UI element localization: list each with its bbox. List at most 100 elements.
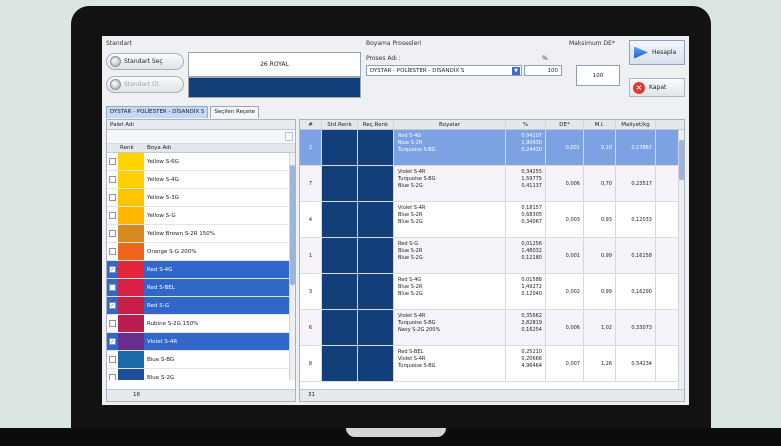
recipe-row[interactable]: 4 Violet S-4R Blue S-2R Blue S-2G 0,18157 0,6… bbox=[300, 202, 684, 238]
palette-row[interactable]: Yellow Brown S-2R 150% bbox=[107, 225, 295, 243]
dye-name-column-header[interactable]: Boya Adı bbox=[144, 144, 295, 152]
recipe-cost: 0,54234 bbox=[616, 346, 656, 381]
recipe-scroll-thumb[interactable] bbox=[679, 140, 684, 180]
palette-checkbox[interactable] bbox=[109, 158, 116, 165]
recipe-result-color bbox=[358, 130, 394, 165]
recipe-dye: Blue S-2R bbox=[398, 247, 423, 254]
palette-row[interactable]: ✓ Red S-4G bbox=[107, 261, 295, 279]
palette-checkbox[interactable] bbox=[109, 176, 116, 183]
recipe-cost: 0,16158 bbox=[616, 238, 656, 273]
dyes-column-header[interactable]: Boyalar bbox=[394, 120, 506, 129]
palette-checkbox[interactable]: ✓ bbox=[109, 338, 116, 345]
recipe-de: 0,006 bbox=[546, 166, 584, 201]
de-column-header[interactable]: DE* bbox=[546, 120, 584, 129]
palette-checkbox[interactable]: ✓ bbox=[109, 266, 116, 273]
palette-row[interactable]: Yellow S-3G bbox=[107, 189, 295, 207]
recipe-row[interactable]: 8 Red S-BEL Violet S-4R Turquoise S-BG 0,252… bbox=[300, 346, 684, 382]
palette-checkbox-cell: ✓ bbox=[107, 266, 118, 273]
process-name-label: Proses Adı : bbox=[366, 55, 401, 62]
recipe-pcts-cell: 0,04107 1,90930 0,24410 bbox=[506, 130, 546, 165]
palette-checkbox[interactable] bbox=[109, 320, 116, 327]
palette-row[interactable]: Rubine S-2G 150% bbox=[107, 315, 295, 333]
recipe-cost: 0,17867 bbox=[616, 130, 656, 165]
dye-color-swatch bbox=[118, 225, 144, 242]
recipe-dyes-cell: Violet S-4R Turquoise S-BG Navy S-2G 200% bbox=[394, 310, 506, 345]
calculate-button[interactable]: Hesapla bbox=[629, 40, 685, 65]
max-de-input[interactable]: 100 bbox=[576, 65, 620, 86]
recipe-dye: Navy S-2G 200% bbox=[398, 326, 441, 333]
palette-checkbox[interactable] bbox=[109, 284, 116, 291]
process-pct-input[interactable]: 100 bbox=[524, 65, 562, 76]
group-toggle-button[interactable] bbox=[285, 132, 293, 141]
recipe-row[interactable]: 2 Red S-4G Blue S-2R Turquoise S-BG 0,04107 1… bbox=[300, 130, 684, 166]
chevron-down-icon[interactable]: ▼ bbox=[512, 67, 520, 75]
tab-bar: DYSTAR - POLİESTER - DİSANDİX S Seçilen … bbox=[106, 106, 259, 118]
palette-checkbox-cell bbox=[107, 356, 118, 363]
palette-checkbox[interactable] bbox=[109, 230, 116, 237]
palette-checkbox[interactable]: ✓ bbox=[109, 302, 116, 309]
recipe-dye-pct: 1,48032 bbox=[521, 247, 542, 254]
palette-row[interactable]: Red S-BEL bbox=[107, 279, 295, 297]
palette-scrollbar[interactable] bbox=[289, 153, 295, 380]
palette-row[interactable]: Yellow S-G bbox=[107, 207, 295, 225]
process-select[interactable]: DYSTAR - POLİESTER - DİSANDİX S ▼ bbox=[366, 65, 522, 76]
palette-row[interactable]: Yellow S-4G bbox=[107, 171, 295, 189]
recipe-dye: Blue S-2R bbox=[398, 211, 423, 218]
palette-checkbox[interactable] bbox=[109, 374, 116, 380]
palette-row[interactable]: ✓ Red S-G bbox=[107, 297, 295, 315]
palette-checkbox[interactable] bbox=[109, 194, 116, 201]
pct-column-header[interactable]: % bbox=[506, 120, 546, 129]
standard-section-label: Standart bbox=[106, 40, 132, 47]
recipe-row[interactable]: 3 Red S-4G Blue S-2R Blue S-2G 0,01588 1,4927… bbox=[300, 274, 684, 310]
recipe-dye: Violet S-4R bbox=[398, 313, 426, 319]
dye-name: Blue S-2G bbox=[147, 374, 175, 381]
process-select-value: DYSTAR - POLİESTER - DİSANDİX S bbox=[370, 68, 465, 74]
recipe-color-column-header[interactable]: Reç.Renk bbox=[358, 120, 394, 129]
select-standard-button[interactable]: Standart Seç bbox=[106, 53, 184, 70]
standard-name-display: 26 ROYAL bbox=[188, 52, 361, 77]
palette-row[interactable]: ✓ Violet S-4R bbox=[107, 333, 295, 351]
dye-color-swatch bbox=[118, 261, 144, 278]
recipe-dye: Blue S-2G bbox=[398, 254, 423, 261]
std-color-column-header[interactable]: Std.Renk bbox=[322, 120, 358, 129]
tab-selected-recipe[interactable]: Seçilen Reçete bbox=[210, 106, 259, 118]
palette-checkbox[interactable] bbox=[109, 248, 116, 255]
close-button[interactable]: × Kapat bbox=[629, 78, 685, 97]
recipe-row[interactable]: 6 Violet S-4R Turquoise S-BG Navy S-2G 200%… bbox=[300, 310, 684, 346]
select-standard-label: Standart Seç bbox=[124, 58, 163, 65]
recipe-dye: Violet S-4R bbox=[398, 169, 426, 175]
palette-checkbox-cell bbox=[107, 230, 118, 237]
tab-process[interactable]: DYSTAR - POLİESTER - DİSANDİX S bbox=[106, 106, 209, 118]
disabled-standard-button[interactable]: Standart Ol. bbox=[106, 76, 184, 93]
dye-color-swatch bbox=[118, 315, 144, 332]
recipe-number: 3 bbox=[300, 274, 322, 309]
recipe-dye: Red S-4G bbox=[398, 133, 422, 139]
dye-name: Yellow S-G bbox=[147, 212, 176, 219]
palette-row[interactable]: Orange S-G 200% bbox=[107, 243, 295, 261]
recipe-row[interactable]: 7 Violet S-4R Turquoise S-BG Blue S-2G 0,342… bbox=[300, 166, 684, 202]
recipe-dye: Turquoise S-BG bbox=[398, 319, 436, 326]
recipe-row[interactable]: 1 Red S-G Blue S-2R Blue S-2G 0,01256 1,48032… bbox=[300, 238, 684, 274]
recipe-dye-pct: 0,04107 bbox=[521, 133, 542, 139]
mi-column-header[interactable]: M.I. bbox=[584, 120, 616, 129]
dye-color-swatch bbox=[118, 297, 144, 314]
recipe-dye-pct: 1,49272 bbox=[521, 283, 542, 290]
recipe-dye: Blue S-2R bbox=[398, 139, 423, 146]
recipe-pcts-cell: 0,35662 2,82819 0,16254 bbox=[506, 310, 546, 345]
dye-name: Yellow S-4G bbox=[147, 176, 179, 183]
num-column-header[interactable]: # bbox=[300, 120, 322, 129]
recipe-dyes-cell: Red S-G Blue S-2R Blue S-2G bbox=[394, 238, 506, 273]
color-column-header[interactable]: Renk bbox=[118, 144, 144, 152]
palette-row[interactable]: Yellow S-6G bbox=[107, 153, 295, 171]
cost-column-header[interactable]: Maliyet/kg bbox=[616, 120, 656, 129]
recipe-dye-pct: 1,90930 bbox=[521, 139, 542, 146]
palette-row[interactable]: Blue S-BG bbox=[107, 351, 295, 369]
recipe-dye: Red S-BEL bbox=[398, 349, 424, 355]
palette-row[interactable]: Blue S-2G bbox=[107, 369, 295, 380]
palette-checkbox[interactable] bbox=[109, 356, 116, 363]
recipe-scrollbar[interactable] bbox=[678, 130, 684, 391]
recipe-dye-pct: 0,25210 bbox=[521, 349, 542, 355]
disabled-standard-icon bbox=[110, 79, 121, 90]
palette-checkbox[interactable] bbox=[109, 212, 116, 219]
palette-scroll-thumb[interactable] bbox=[290, 165, 295, 285]
